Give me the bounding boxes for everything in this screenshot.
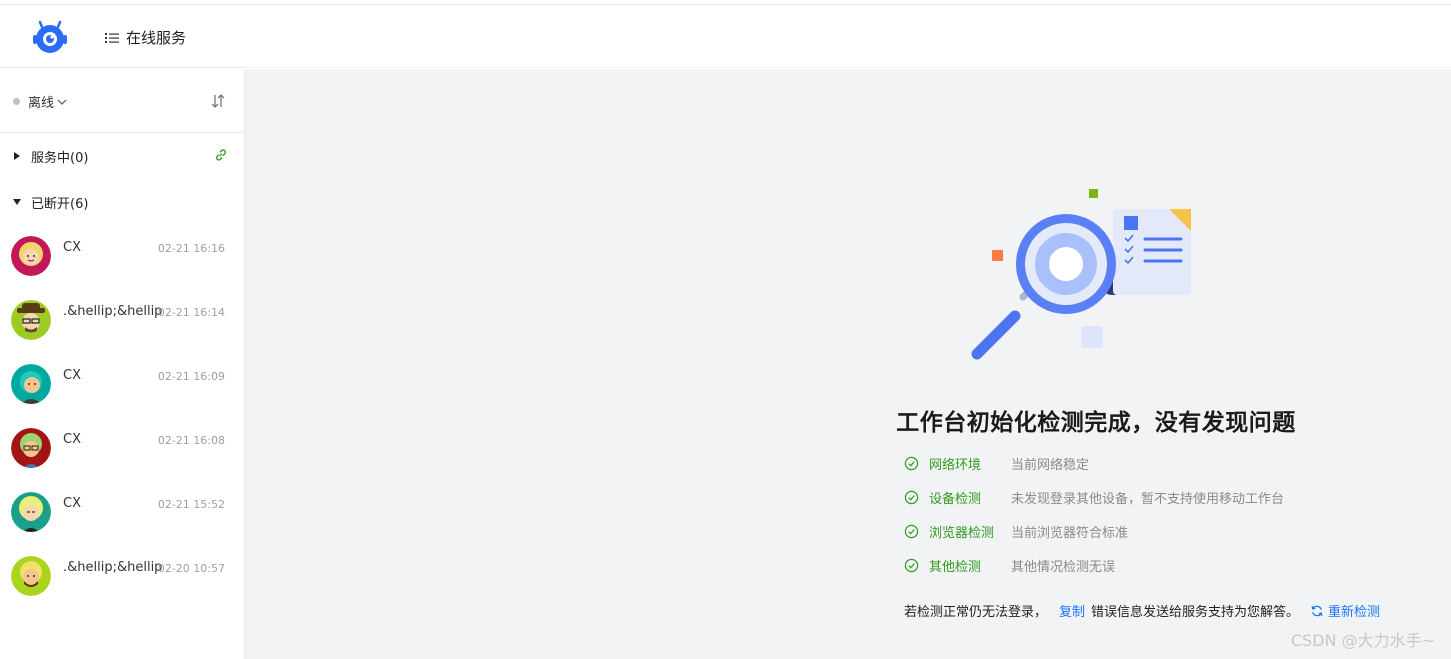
- caret-down-icon: [13, 199, 21, 205]
- refresh-icon: [1311, 605, 1323, 616]
- online-service-label: 在线服务: [126, 29, 187, 47]
- recheck-button[interactable]: 重新检测: [1310, 601, 1380, 620]
- session-time: 02-21 16:14: [157, 306, 225, 319]
- group-disconnected[interactable]: 已断开(6): [0, 192, 244, 212]
- help-prefix: 若检测正常仍无法登录，: [904, 605, 1048, 620]
- status-bar: 离线: [0, 69, 244, 133]
- group-serving[interactable]: 服务中(0): [0, 146, 244, 166]
- session-name: CX: [63, 240, 81, 255]
- check-desc: 其他情况检测无误: [1011, 559, 1116, 575]
- check-desc: 当前浏览器符合标准: [1011, 525, 1129, 541]
- page-title: 工作台初始化检测完成，没有发现问题: [896, 410, 1296, 436]
- avatar: [11, 364, 51, 404]
- avatar: [11, 428, 51, 468]
- check-desc: 未发现登录其他设备，暂不支持使用移动工作台: [1011, 491, 1285, 507]
- check-item: 其他检测 其他情况检测无误: [904, 555, 1404, 575]
- status-dot: [13, 98, 20, 105]
- recheck-label: 重新检测: [1328, 605, 1381, 620]
- session-item[interactable]: CX 02-21 15:52: [0, 492, 244, 556]
- online-service-menu[interactable]: 在线服务: [105, 27, 186, 48]
- magnifier-document-icon: [971, 189, 1191, 360]
- session-time: 02-21 15:52: [157, 498, 225, 511]
- session-sidebar: 离线 服务中(0) 已断开(6) CX 02-21 16:16 .&hellip…: [0, 69, 245, 659]
- session-name: .&hellip;&hellip;: [63, 304, 163, 319]
- robot-logo-icon[interactable]: [30, 19, 70, 55]
- check-circle-icon: [904, 456, 919, 470]
- session-item[interactable]: CX 02-21 16:16: [0, 236, 244, 300]
- session-name: .&hellip;&hellip;: [63, 560, 163, 575]
- chevron-down-icon: [57, 99, 67, 105]
- sort-icon[interactable]: [210, 93, 226, 109]
- session-time: 02-21 16:09: [157, 370, 225, 383]
- status-dropdown[interactable]: 离线: [13, 92, 67, 111]
- session-item[interactable]: .&hellip;&hellip; 02-20 10:57: [0, 556, 244, 620]
- check-item: 网络环境 当前网络稳定: [904, 453, 1404, 473]
- group-disconnected-label: 已断开(6): [31, 196, 89, 212]
- check-circle-icon: [904, 490, 919, 504]
- check-name: 网络环境: [929, 457, 982, 473]
- session-time: 02-20 10:57: [157, 562, 225, 575]
- top-header: 在线服务: [0, 5, 1451, 68]
- check-name: 浏览器检测: [929, 525, 995, 541]
- help-suffix: 错误信息发送给服务支持为您解答。: [1091, 605, 1300, 620]
- avatar: [11, 556, 51, 596]
- session-name: CX: [63, 496, 81, 511]
- session-name: CX: [63, 368, 81, 383]
- check-name: 其他检测: [929, 559, 982, 575]
- help-line: 若检测正常仍无法登录， 复制 错误信息发送给服务支持为您解答。 重新检测: [904, 601, 1380, 620]
- avatar: [11, 300, 51, 340]
- check-circle-icon: [904, 558, 919, 572]
- check-name: 设备检测: [929, 491, 982, 507]
- group-serving-label: 服务中(0): [31, 150, 89, 166]
- copy-link[interactable]: 复制: [1059, 601, 1085, 620]
- session-item[interactable]: .&hellip;&hellip; 02-21 16:14: [0, 300, 244, 364]
- workbench-main: 工作台初始化检测完成，没有发现问题 网络环境 当前网络稳定 设备检测 未发现登录…: [245, 69, 1451, 659]
- link-icon[interactable]: [214, 148, 228, 162]
- caret-right-icon: [14, 152, 20, 160]
- session-item[interactable]: CX 02-21 16:09: [0, 364, 244, 428]
- session-name: CX: [63, 432, 81, 447]
- list-icon: [105, 32, 119, 43]
- avatar: [11, 236, 51, 276]
- watermark: CSDN @大力水手~: [1290, 631, 1435, 650]
- session-time: 02-21 16:16: [157, 242, 225, 255]
- avatar: [11, 492, 51, 532]
- session-time: 02-21 16:08: [157, 434, 225, 447]
- session-item[interactable]: CX 02-21 16:08: [0, 428, 244, 492]
- check-desc: 当前网络稳定: [1011, 457, 1090, 473]
- status-label: 离线: [28, 96, 55, 111]
- check-item: 浏览器检测 当前浏览器符合标准: [904, 521, 1404, 541]
- check-item: 设备检测 未发现登录其他设备，暂不支持使用移动工作台: [904, 487, 1404, 507]
- check-circle-icon: [904, 524, 919, 538]
